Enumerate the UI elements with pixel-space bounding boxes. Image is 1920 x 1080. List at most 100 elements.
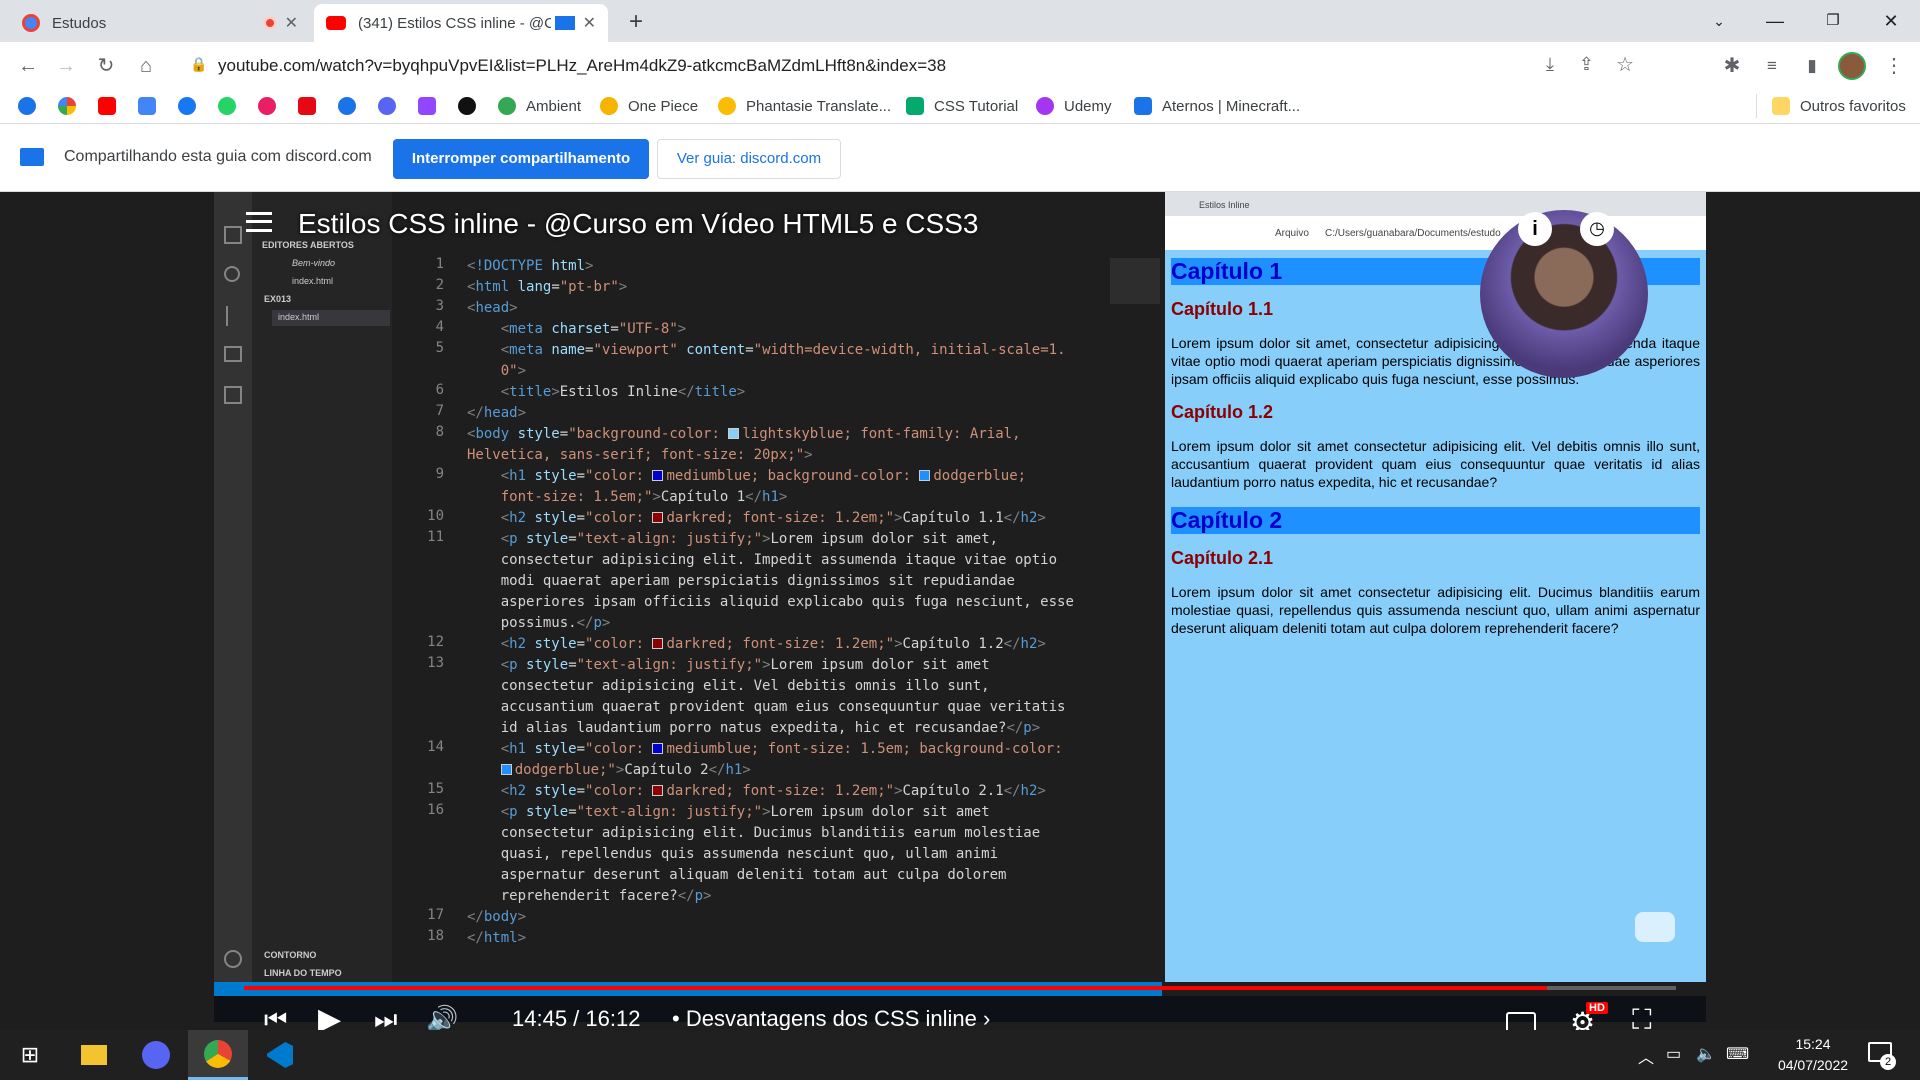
side-panel-icon[interactable]: ▮ [1798, 52, 1826, 80]
screen-share-icon [20, 148, 44, 166]
other-bookmarks[interactable]: Outros favoritos [1772, 94, 1906, 118]
code-block: <!DOCTYPE html> <html lang="pt-br"> <hea… [467, 258, 1074, 946]
line-number: 12 [427, 634, 444, 650]
forward-button[interactable]: → [52, 52, 80, 80]
bookmark-star-icon[interactable]: ☆ [1616, 52, 1634, 77]
profile-avatar[interactable] [1838, 52, 1866, 80]
line-number: 17 [427, 907, 444, 923]
sharing-message: Compartilhando esta guia com discord.com [64, 148, 372, 165]
minimize-button[interactable]: — [1752, 6, 1798, 36]
bookmark-phantasie[interactable]: Phantasie Translate... [718, 94, 891, 118]
bookmark-separator [1756, 94, 1757, 118]
aternos-icon [1134, 97, 1152, 115]
netflix-icon[interactable] [298, 97, 316, 115]
bookmark-dark-icon[interactable] [458, 97, 476, 115]
line-number: 5 [435, 340, 444, 356]
back-button[interactable]: ← [14, 52, 42, 80]
video-title[interactable]: Estilos CSS inline - @Curso em Vídeo HTM… [298, 208, 978, 240]
folder-file: index.html [278, 312, 320, 322]
restore-button[interactable]: ❐ [1810, 6, 1856, 36]
reload-button[interactable]: ↻ [92, 52, 120, 80]
tab-sharing-bar: Compartilhando esta guia com discord.com… [0, 124, 1920, 192]
clock-date[interactable]: 04/07/2022 [1768, 1057, 1858, 1073]
google-calendar-icon [22, 14, 40, 32]
home-button[interactable]: ⌂ [132, 52, 160, 80]
menu-icon[interactable]: ⋮ [1880, 52, 1908, 80]
taskbar-app[interactable] [126, 1030, 186, 1080]
watch-later-icon[interactable]: ◷ [1580, 212, 1614, 246]
share-icon[interactable]: ⇪ [1579, 54, 1594, 75]
bookmark-css-tutorial[interactable]: CSS Tutorial [906, 94, 1018, 118]
line-number: 14 [427, 739, 444, 755]
udemy-icon [1036, 97, 1054, 115]
view-tab-button[interactable]: Ver guia: discord.com [657, 139, 841, 179]
w3schools-icon [906, 97, 924, 115]
network-icon[interactable]: ▭ [1666, 1044, 1681, 1064]
player-controls: ⏮ ▶ ⏭ 🔊 14:45 / 16:12 • Desvantagens dos… [214, 962, 1706, 1038]
taskbar-explorer[interactable] [64, 1030, 124, 1080]
url-text[interactable]: youtube.com/watch?v=byqhpuVpvEI&list=PLH… [218, 56, 946, 76]
clock-time[interactable]: 15:24 [1768, 1036, 1858, 1052]
outline-section: CONTORNO [264, 950, 317, 960]
minimap [1110, 258, 1160, 304]
vscode-icon [267, 1042, 293, 1068]
translate-icon[interactable] [138, 97, 156, 115]
bookmark-udemy[interactable]: Udemy [1036, 94, 1112, 118]
line-number: 4 [435, 319, 444, 335]
playlist-menu-icon[interactable] [246, 212, 272, 232]
info-icon[interactable]: i [1518, 212, 1552, 246]
bookmark-icon[interactable] [378, 97, 396, 115]
speaker-icon[interactable]: 🔈 [1696, 1044, 1716, 1064]
stop-sharing-button[interactable]: Interromper compartilhamento [393, 139, 649, 179]
taskbar-vscode[interactable] [250, 1030, 310, 1080]
player-top-overlay: Estilos CSS inline - @Curso em Vídeo HTM… [214, 192, 1706, 252]
toolbar: ← → ↻ ⌂ 🔒 youtube.com/watch?v=byqhpuVpvE… [0, 42, 1920, 88]
hd-badge: HD [1586, 1002, 1608, 1014]
extensions-icon[interactable]: ✱ [1718, 52, 1746, 80]
close-window-button[interactable]: ✕ [1868, 6, 1914, 36]
close-tab-icon[interactable]: ✕ [583, 13, 596, 33]
address-bar[interactable]: 🔒 youtube.com/watch?v=byqhpuVpvEI&list=P… [178, 48, 1634, 82]
close-tab-icon[interactable]: ✕ [285, 13, 298, 33]
tab-youtube[interactable]: (341) Estilos CSS inline - @C ✕ [314, 4, 608, 42]
youtube-icon [326, 16, 346, 30]
new-tab-button[interactable]: + [622, 8, 650, 36]
bookmark-aternos[interactable]: Aternos | Minecraft... [1134, 94, 1300, 118]
media-control-icon[interactable]: ≡ [1758, 52, 1786, 80]
bookmark-ambient[interactable]: Ambient [498, 94, 581, 118]
line-number: 18 [427, 928, 444, 944]
preview-page: Capítulo 1 Capítulo 1.1 Lorem ipsum dolo… [1165, 250, 1706, 982]
app-bookmark-icon[interactable] [258, 97, 276, 115]
twitch-icon[interactable] [418, 97, 436, 115]
whatsapp-icon[interactable] [218, 97, 236, 115]
folder-icon [81, 1045, 107, 1065]
youtube-bookmark-icon[interactable] [98, 97, 116, 115]
tab-search-button[interactable]: ⌄ [1696, 6, 1742, 36]
folder-icon [1772, 97, 1790, 115]
progress-bar[interactable] [244, 986, 1676, 990]
facebook-icon[interactable] [178, 97, 196, 115]
bookmark-one-piece[interactable]: One Piece [600, 94, 698, 118]
tab-estudos[interactable]: Estudos ✕ [10, 4, 310, 42]
tray-chevron-icon[interactable]: ︿ [1638, 1044, 1654, 1068]
run-debug-icon [224, 346, 242, 362]
line-number: 1 [435, 256, 444, 272]
video-player[interactable]: EDITORES ABERTOS Bem-vindo index.html EX… [0, 192, 1920, 1038]
start-button[interactable]: ⊞ [0, 1030, 60, 1080]
google-icon[interactable] [58, 97, 76, 115]
heading-capitulo-1-2: Capítulo 1.2 [1171, 402, 1274, 422]
play-bookmark-icon[interactable] [338, 97, 356, 115]
line-number: 9 [435, 466, 444, 482]
vscode-explorer: EDITORES ABERTOS Bem-vindo index.html EX… [252, 192, 392, 1022]
paragraph-2: Lorem ipsum dolor sit amet consectetur a… [1171, 438, 1700, 490]
chrome-icon [204, 1039, 232, 1068]
taskbar-chrome[interactable] [188, 1030, 248, 1080]
install-icon[interactable]: ⤓ [1546, 54, 1554, 75]
open-file: index.html [292, 276, 334, 286]
keyboard-icon[interactable]: ⌨ [1726, 1044, 1749, 1064]
history-icon[interactable] [18, 97, 36, 115]
share-arrow-icon[interactable]: ➦ [1640, 208, 1665, 243]
ambient-icon [498, 97, 516, 115]
chapter-title[interactable]: • Desvantagens dos CSS inline › [672, 1006, 990, 1032]
welcome-file: Bem-vindo [292, 258, 336, 268]
